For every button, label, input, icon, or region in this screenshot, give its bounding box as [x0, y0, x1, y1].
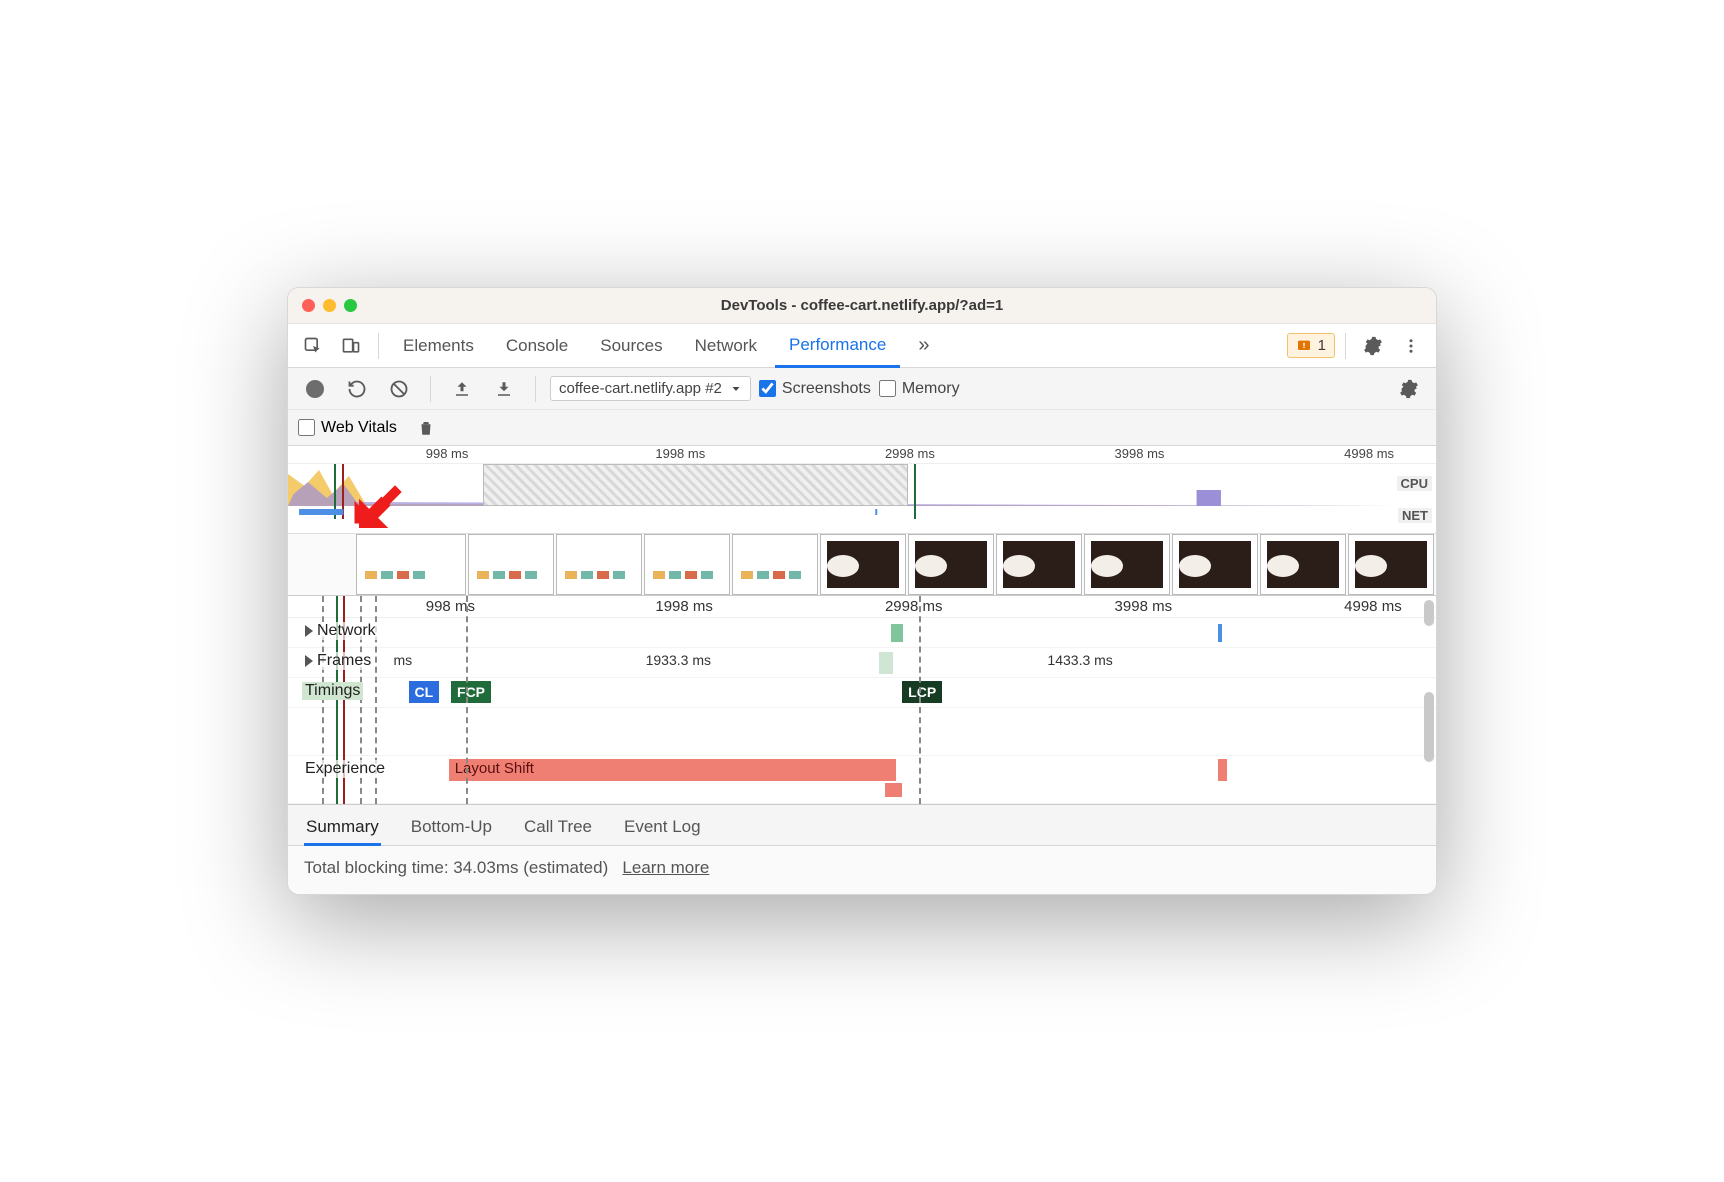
- window-title: DevTools - coffee-cart.netlify.app/?ad=1: [288, 297, 1436, 314]
- performance-toolbar-2: Web Vitals: [288, 410, 1436, 446]
- issues-badge[interactable]: 1: [1287, 333, 1335, 358]
- inspect-element-icon[interactable]: [296, 329, 330, 363]
- recording-name: coffee-cart.netlify.app #2: [559, 380, 722, 397]
- summary-body: Total blocking time: 34.03ms (estimated)…: [288, 846, 1436, 894]
- network-event[interactable]: [891, 624, 903, 642]
- timeline-marker: [466, 596, 468, 804]
- web-vitals-checkbox[interactable]: Web Vitals: [298, 419, 397, 437]
- filmstrip-frame[interactable]: [356, 534, 466, 595]
- details-tab-call-tree[interactable]: Call Tree: [522, 811, 594, 845]
- settings-icon[interactable]: [1356, 329, 1390, 363]
- collect-garbage-icon[interactable]: [409, 411, 443, 445]
- panel-tabs: Elements Console Sources Network Perform…: [288, 324, 1436, 368]
- filmstrip-frame[interactable]: [468, 534, 554, 595]
- network-event[interactable]: [1218, 624, 1222, 642]
- kebab-menu-icon[interactable]: [1394, 329, 1428, 363]
- timing-marker-lcp[interactable]: LCP: [902, 681, 942, 703]
- layout-shift-bar[interactable]: [1218, 759, 1227, 781]
- frames-track-label[interactable]: Frames: [302, 652, 374, 670]
- learn-more-link[interactable]: Learn more: [622, 858, 709, 877]
- filmstrip-frame[interactable]: [1260, 534, 1346, 595]
- timeline-marker: [919, 596, 921, 804]
- time-tick: 3998 ms: [1115, 446, 1165, 461]
- frames-track[interactable]: Frames ms 1933.3 ms 1433.3 ms: [288, 648, 1436, 678]
- tab-sources[interactable]: Sources: [586, 326, 676, 366]
- tbt-text: Total blocking time: 34.03ms (estimated): [304, 858, 608, 877]
- filmstrip-frame[interactable]: [556, 534, 642, 595]
- tabs-overflow-button[interactable]: »: [904, 324, 943, 367]
- network-track-label[interactable]: Network: [302, 622, 379, 640]
- reload-record-button[interactable]: [340, 372, 374, 406]
- window-titlebar: DevTools - coffee-cart.netlify.app/?ad=1: [288, 288, 1436, 324]
- memory-checkbox[interactable]: Memory: [879, 380, 960, 398]
- flame-chart[interactable]: 998 ms1998 ms2998 ms3998 ms4998 ms Netwo…: [288, 596, 1436, 804]
- device-toolbar-icon[interactable]: [334, 329, 368, 363]
- download-profile-button[interactable]: [487, 372, 521, 406]
- tab-elements[interactable]: Elements: [389, 326, 488, 366]
- tab-network[interactable]: Network: [681, 326, 771, 366]
- clear-button[interactable]: [382, 372, 416, 406]
- disclosure-icon: [305, 625, 313, 637]
- time-tick: 3998 ms: [1115, 598, 1173, 615]
- time-tick: 998 ms: [426, 446, 469, 461]
- performance-toolbar: coffee-cart.netlify.app #2 Screenshots M…: [288, 368, 1436, 410]
- time-tick: 1998 ms: [655, 446, 705, 461]
- disclosure-icon: [305, 655, 313, 667]
- overview-selection[interactable]: [483, 464, 908, 506]
- filmstrip-frame[interactable]: [1348, 534, 1434, 595]
- filmstrip-frame[interactable]: [1172, 534, 1258, 595]
- network-track[interactable]: Network: [288, 618, 1436, 648]
- tab-console[interactable]: Console: [492, 326, 582, 366]
- layout-shift-bar[interactable]: Layout Shift: [449, 759, 897, 781]
- overview-net-label: NET: [1398, 508, 1432, 523]
- frame-span[interactable]: 1433.3 ms: [931, 652, 1229, 672]
- capture-settings-icon[interactable]: [1392, 372, 1426, 406]
- overview-time-ruler: 998 ms 1998 ms 2998 ms 3998 ms 4998 ms: [288, 446, 1436, 464]
- frame-span[interactable]: ms: [380, 652, 426, 672]
- annotation-arrow-icon: [350, 474, 404, 533]
- details-tab-event-log[interactable]: Event Log: [622, 811, 703, 845]
- upload-profile-button[interactable]: [445, 372, 479, 406]
- tracks-time-ruler: 998 ms1998 ms2998 ms3998 ms4998 ms: [288, 596, 1436, 618]
- experience-track[interactable]: Experience Layout Shift: [288, 756, 1436, 804]
- timing-marker-cl[interactable]: CL: [409, 681, 440, 703]
- time-tick: 2998 ms: [885, 446, 935, 461]
- filmstrip-frame[interactable]: [908, 534, 994, 595]
- details-tab-summary[interactable]: Summary: [304, 811, 381, 846]
- vertical-scrollbar[interactable]: [1422, 596, 1436, 804]
- chevron-down-icon: [730, 383, 742, 395]
- filmstrip[interactable]: [288, 533, 1436, 595]
- layout-shift-bar[interactable]: [885, 783, 902, 797]
- overview-pane[interactable]: 998 ms 1998 ms 2998 ms 3998 ms 4998 ms CPU N…: [288, 446, 1436, 596]
- details-tab-bottom-up[interactable]: Bottom-Up: [409, 811, 494, 845]
- frame-event[interactable]: [879, 652, 893, 674]
- spacer-track: [288, 708, 1436, 756]
- filmstrip-frame[interactable]: [820, 534, 906, 595]
- screenshots-checkbox[interactable]: Screenshots: [759, 380, 871, 398]
- timings-track[interactable]: Timings CL FCP LCP: [288, 678, 1436, 708]
- timing-marker-fcp[interactable]: FCP: [451, 681, 491, 703]
- frame-span[interactable]: 1933.3 ms: [472, 652, 885, 672]
- overview-cpu-label: CPU: [1397, 476, 1432, 491]
- devtools-window: DevTools - coffee-cart.netlify.app/?ad=1…: [287, 287, 1437, 895]
- filmstrip-frame[interactable]: [1084, 534, 1170, 595]
- filmstrip-frame[interactable]: [644, 534, 730, 595]
- time-tick: 2998 ms: [885, 598, 943, 615]
- record-button[interactable]: [298, 372, 332, 406]
- details-tabs: Summary Bottom-Up Call Tree Event Log: [288, 804, 1436, 846]
- time-tick: 4998 ms: [1344, 446, 1394, 461]
- overview-network-lane: [288, 506, 1396, 518]
- filmstrip-frame[interactable]: [732, 534, 818, 595]
- tab-performance[interactable]: Performance: [775, 325, 900, 368]
- time-tick: 4998 ms: [1344, 598, 1402, 615]
- timings-track-label[interactable]: Timings: [302, 682, 363, 700]
- filmstrip-frame[interactable]: [996, 534, 1082, 595]
- issues-count: 1: [1318, 337, 1326, 354]
- time-tick: 1998 ms: [655, 598, 713, 615]
- recording-selector[interactable]: coffee-cart.netlify.app #2: [550, 376, 751, 401]
- experience-track-label: Experience: [302, 760, 388, 778]
